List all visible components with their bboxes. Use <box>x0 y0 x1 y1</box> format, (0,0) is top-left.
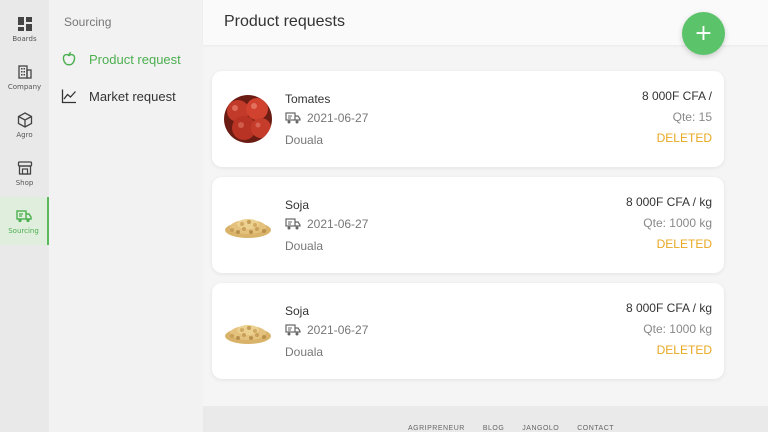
delivery-date: 2021-06-27 <box>285 111 368 125</box>
product-name: Soja <box>285 198 310 212</box>
product-image <box>224 307 272 355</box>
rail-label: Company <box>7 82 42 91</box>
date-text: 2021-06-27 <box>307 323 369 337</box>
date-text: 2021-06-27 <box>307 217 369 231</box>
request-card[interactable]: Tomates 2021-06-27 Douala 8 000F CFA / Q… <box>212 71 724 167</box>
request-card[interactable]: Soja 2021-06-27 Douala 8 000F CFA / kg Q… <box>212 283 724 379</box>
product-image <box>224 95 272 143</box>
rail-label: Boards <box>12 34 37 43</box>
status-badge: DELETED <box>656 237 712 251</box>
subnav-item-label: Market request <box>89 88 176 104</box>
add-request-button[interactable]: + <box>682 12 725 55</box>
quantity: Qte: 15 <box>672 110 712 124</box>
delivery-truck-icon <box>285 112 301 124</box>
subnav-item-label: Product request <box>89 51 181 67</box>
price: 8 000F CFA / <box>641 89 712 103</box>
rail-item-agro[interactable]: Agro <box>0 101 49 149</box>
truck-icon <box>15 209 32 222</box>
quantity: Qte: 1000 kg <box>643 322 712 336</box>
rail-label: Sourcing <box>8 226 39 235</box>
footer-links: AGRIPRENEUR BLOG JANGOLO CONTACT <box>408 425 614 432</box>
cube-icon <box>17 111 32 128</box>
delivery-truck-icon <box>285 324 301 336</box>
footer: AGRIPRENEUR BLOG JANGOLO CONTACT <box>203 406 768 432</box>
footer-link-blog[interactable]: BLOG <box>483 425 504 432</box>
request-card[interactable]: Soja 2021-06-27 Douala 8 000F CFA / kg Q… <box>212 177 724 273</box>
product-name: Soja <box>285 304 310 318</box>
city: Douala <box>285 133 324 147</box>
status-badge: DELETED <box>656 131 712 145</box>
delivery-date: 2021-06-27 <box>285 217 368 231</box>
price: 8 000F CFA / kg <box>625 195 712 209</box>
city: Douala <box>285 345 324 359</box>
subnav-item-market-request[interactable]: Market request <box>61 85 176 107</box>
rail-label: Agro <box>16 130 33 139</box>
rail-item-company[interactable]: Company <box>0 53 49 101</box>
product-image <box>224 201 272 249</box>
product-name: Tomates <box>285 92 331 106</box>
footer-link-jangolo[interactable]: JANGOLO <box>522 425 559 432</box>
shop-icon <box>17 160 32 175</box>
city: Douala <box>285 239 324 253</box>
status-badge: DELETED <box>656 343 712 357</box>
line-chart-icon <box>61 89 76 104</box>
subnav-heading: Sourcing <box>64 15 112 29</box>
icon-rail: Boards Company Agro Shop Sourcing <box>0 0 49 432</box>
footer-link-agripreneur[interactable]: AGRIPRENEUR <box>408 425 465 432</box>
main-content: Product requests + Tomates 2021-06-27 Do… <box>203 0 768 432</box>
sourcing-subnav: Sourcing Product request Market request <box>49 0 203 432</box>
quantity: Qte: 1000 kg <box>643 216 712 230</box>
boards-icon <box>17 16 32 31</box>
rail-label: Shop <box>15 178 34 187</box>
footer-link-contact[interactable]: CONTACT <box>577 425 614 432</box>
company-icon <box>17 64 32 79</box>
price: 8 000F CFA / kg <box>625 301 712 315</box>
plus-icon: + <box>694 21 713 46</box>
rail-item-boards[interactable]: Boards <box>0 5 49 53</box>
subnav-item-product-request[interactable]: Product request <box>61 48 181 70</box>
apple-icon <box>62 51 76 66</box>
delivery-date: 2021-06-27 <box>285 323 368 337</box>
date-text: 2021-06-27 <box>307 111 369 125</box>
rail-item-shop[interactable]: Shop <box>0 149 49 197</box>
rail-item-sourcing[interactable]: Sourcing <box>0 197 49 245</box>
page-title: Product requests <box>224 13 345 30</box>
delivery-truck-icon <box>285 218 301 230</box>
